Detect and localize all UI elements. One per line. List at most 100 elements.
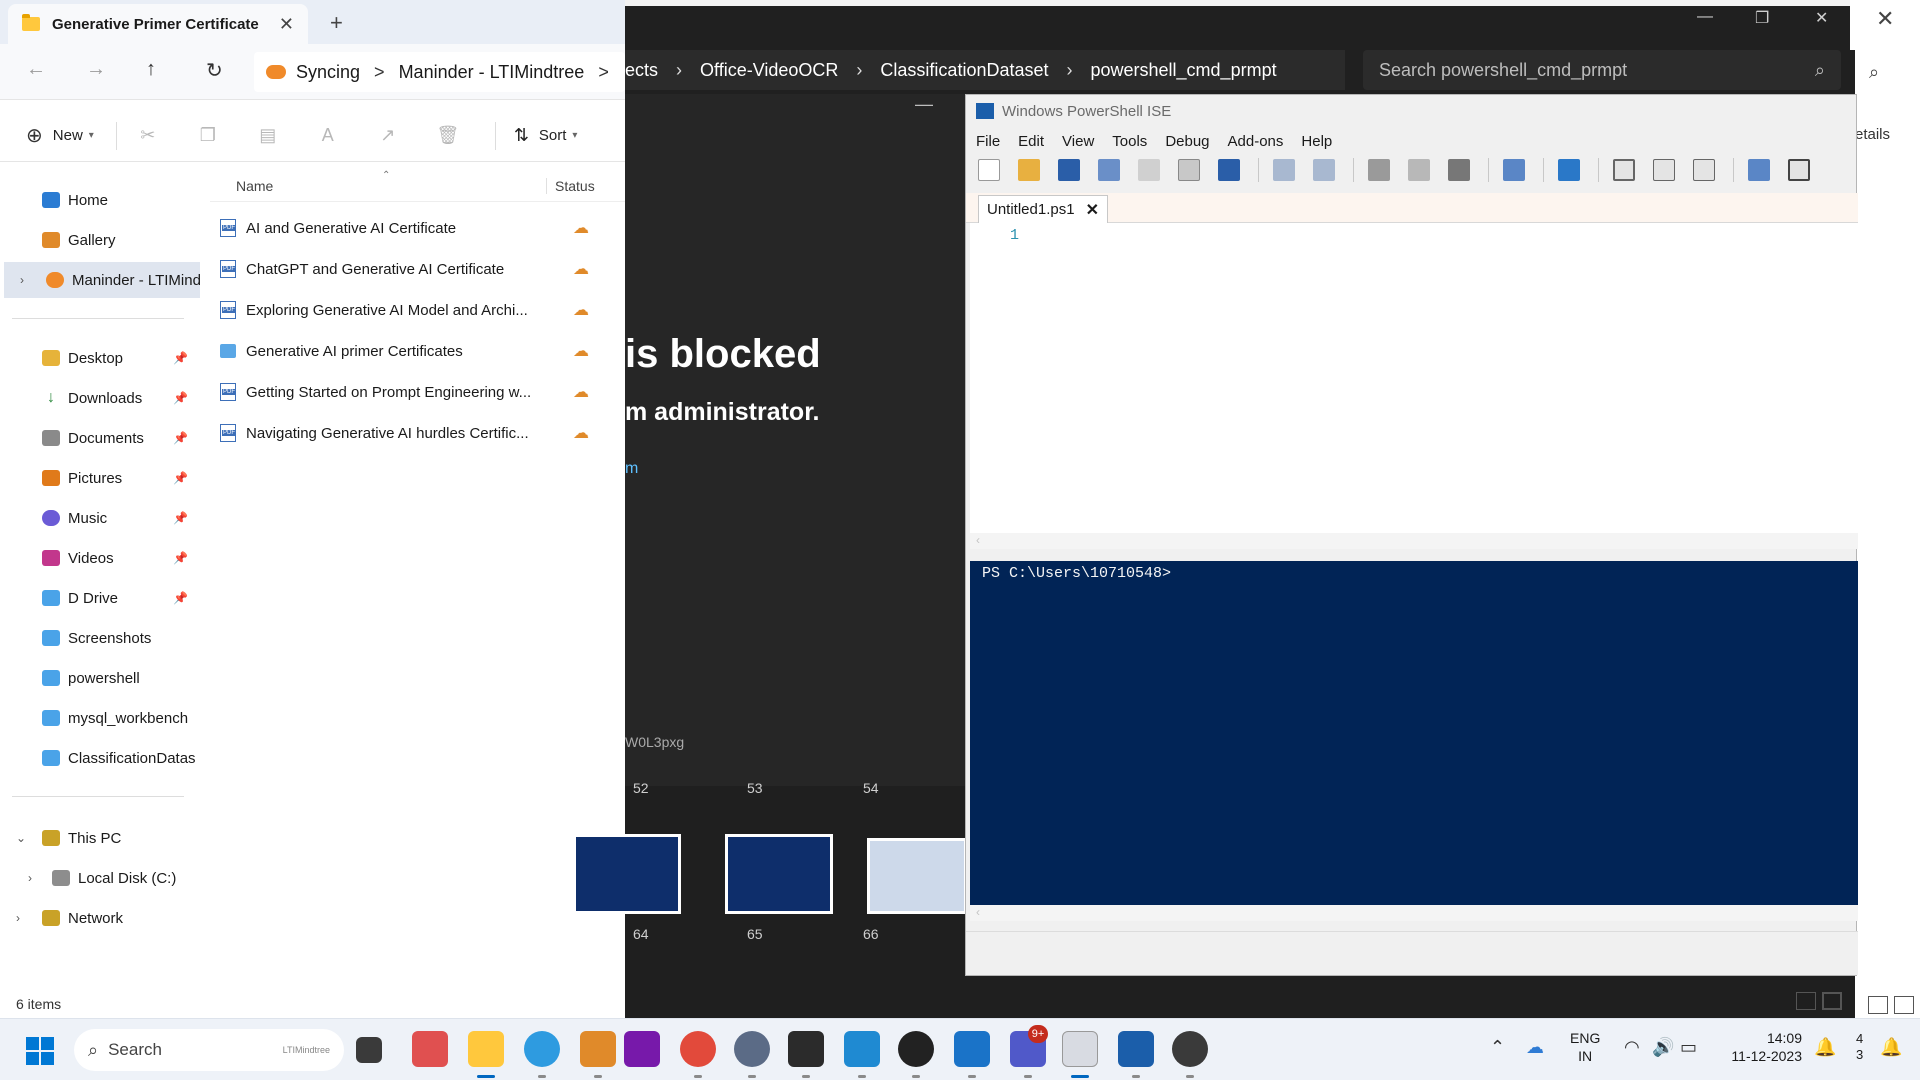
sidebar-item-d-drive[interactable]: D Drive 📌 — [0, 580, 196, 616]
thumbnail-image[interactable] — [725, 834, 833, 914]
menu-help[interactable]: Help — [1301, 133, 1332, 150]
sidebar-item-screenshots[interactable]: Screenshots — [0, 620, 196, 656]
sidebar-item-gallery[interactable]: Gallery — [0, 222, 196, 258]
stop-icon[interactable] — [1448, 159, 1470, 181]
refresh-icon[interactable]: ↻ — [206, 58, 223, 83]
recorder-app-icon[interactable] — [1172, 1031, 1208, 1067]
chrome-icon[interactable] — [680, 1031, 716, 1067]
file-row[interactable]: Navigating Generative AI hurdles Certifi… — [220, 413, 620, 453]
console-horizontal-scrollbar[interactable]: ‹ — [970, 905, 1858, 921]
command-addon-icon[interactable] — [1748, 159, 1770, 181]
copy-icon[interactable] — [1138, 159, 1160, 181]
menu-tools[interactable]: Tools — [1112, 133, 1147, 150]
sidebar-item-mysql-workbench[interactable]: mysql_workbench — [0, 700, 196, 736]
redo-icon[interactable] — [1313, 159, 1335, 181]
vscode-icon[interactable] — [844, 1031, 880, 1067]
obs-icon[interactable] — [898, 1031, 934, 1067]
save-icon[interactable] — [1058, 159, 1080, 181]
rename-icon[interactable]: A — [315, 123, 341, 149]
edge-browser-icon[interactable] — [524, 1031, 560, 1067]
sidebar-item-pictures[interactable]: Pictures 📌 — [0, 460, 196, 496]
sidebar-item-classificationdataset[interactable]: ClassificationDataset — [0, 740, 196, 776]
blocked-link[interactable]: m — [625, 460, 638, 478]
console-pane[interactable]: PS C:\Users\10710548> — [970, 561, 1858, 905]
terminal-icon[interactable] — [788, 1031, 824, 1067]
sidebar-item-powershell[interactable]: powershell — [0, 660, 196, 696]
up-arrow-icon[interactable]: ↑ — [146, 58, 156, 81]
file-row[interactable]: AI and Generative AI Certificate ☁ — [220, 208, 620, 248]
address-bar[interactable]: Syncing > Maninder - LTIMindtree > — [254, 52, 625, 92]
back-arrow-icon[interactable]: ← — [26, 58, 46, 81]
battery-icon[interactable]: ▭ — [1680, 1037, 1697, 1058]
forward-arrow-icon[interactable]: → — [86, 58, 106, 81]
chevron-right-icon[interactable]: › — [16, 911, 20, 925]
share-icon[interactable]: ↗ — [375, 123, 401, 149]
clear-console-icon[interactable] — [1218, 159, 1240, 181]
close-icon[interactable]: ✕ — [1876, 6, 1894, 32]
taskbar-search-input[interactable]: ⌕ Search LTIMindtree — [74, 1029, 344, 1071]
start-button[interactable] — [26, 1037, 54, 1065]
thumbnail-image[interactable] — [867, 838, 967, 914]
new-tab-button[interactable]: + — [330, 10, 343, 36]
minimize-icon[interactable]: — — [1697, 8, 1713, 26]
notification-bell-icon[interactable]: 🔔 — [1814, 1037, 1836, 1058]
outlook-icon[interactable] — [954, 1031, 990, 1067]
sidebar-item-downloads[interactable]: ↓ Downloads 📌 — [0, 380, 196, 416]
close-tab-icon[interactable]: ✕ — [279, 14, 294, 35]
file-row[interactable]: Getting Started on Prompt Engineering w.… — [220, 372, 620, 412]
thumbnail-image[interactable] — [573, 834, 681, 914]
close-icon[interactable]: ✕ — [1815, 8, 1828, 28]
file-row[interactable]: Generative AI primer Certificates ☁ — [220, 331, 620, 371]
undo-icon[interactable] — [1273, 159, 1295, 181]
file-row[interactable]: Exploring Generative AI Model and Archi.… — [220, 290, 620, 330]
task-view-icon[interactable] — [356, 1037, 382, 1063]
wifi-icon[interactable]: ◠ — [1624, 1037, 1640, 1058]
cut-icon[interactable]: ✂ — [135, 123, 161, 149]
onenote-icon[interactable] — [624, 1031, 660, 1067]
new-file-icon[interactable] — [978, 159, 1000, 181]
breadcrumb-item[interactable]: Office-VideoOCR — [700, 60, 838, 81]
breadcrumb-item[interactable]: powershell_cmd_prmpt — [1091, 60, 1277, 81]
script-editor[interactable]: 1 — [970, 223, 1858, 533]
settings-gear-icon[interactable] — [734, 1031, 770, 1067]
maximize-icon[interactable]: ❐ — [1755, 8, 1769, 28]
store-app-icon[interactable] — [580, 1031, 616, 1067]
onedrive-tray-icon[interactable]: ☁ — [1526, 1037, 1544, 1058]
run-selection-icon[interactable] — [1408, 159, 1430, 181]
details-button[interactable]: etails — [1855, 126, 1890, 143]
bell-icon[interactable]: 🔔 — [1880, 1037, 1902, 1058]
details-view-icon[interactable] — [1868, 996, 1888, 1014]
new-button[interactable]: ⊕ New ▾ — [26, 123, 94, 148]
powershell-console-icon[interactable] — [1558, 159, 1580, 181]
chevron-right-icon[interactable]: › — [28, 871, 32, 885]
close-tab-icon[interactable]: ✕ — [1086, 200, 1099, 220]
tab-untitled1[interactable]: Untitled1.ps1 ✕ — [978, 195, 1108, 223]
sidebar-item-desktop[interactable]: Desktop 📌 — [0, 340, 196, 376]
run-script-icon[interactable] — [1368, 159, 1390, 181]
minimize-icon[interactable]: — — [915, 94, 933, 115]
file-row[interactable]: ChatGPT and Generative AI Certificate ☁ — [220, 249, 620, 289]
sort-button[interactable]: ⇅ Sort ▾ — [514, 125, 578, 146]
breadcrumb-item[interactable]: ects — [625, 60, 658, 81]
sidebar-item-local-disk[interactable]: › Local Disk (C:) — [0, 860, 196, 896]
camera-app-icon[interactable] — [412, 1031, 448, 1067]
search-input[interactable]: Search powershell_cmd_prmpt ⌕ — [1363, 50, 1841, 90]
clock[interactable]: 14:09 11-12-2023 — [1716, 1029, 1802, 1065]
breadcrumb-location[interactable]: Maninder - LTIMindtree — [399, 62, 585, 83]
chevron-down-icon[interactable]: ⌄ — [16, 831, 26, 845]
paste-icon[interactable]: ▤ — [255, 123, 281, 149]
menu-file[interactable]: File — [976, 133, 1000, 150]
layout-right-icon[interactable] — [1653, 159, 1675, 181]
copy-icon[interactable]: ❐ — [195, 123, 221, 149]
layout-top-icon[interactable] — [1613, 159, 1635, 181]
chevron-right-icon[interactable]: › — [20, 273, 24, 287]
breadcrumb[interactable]: ects › Office-VideoOCR › ClassificationD… — [625, 50, 1345, 90]
sidebar-item-home[interactable]: Home — [0, 182, 196, 218]
menu-edit[interactable]: Edit — [1018, 133, 1044, 150]
editor-horizontal-scrollbar[interactable]: ‹ — [970, 533, 1858, 549]
paste-icon[interactable] — [1178, 159, 1200, 181]
menu-add-ons[interactable]: Add-ons — [1228, 133, 1284, 150]
sidebar-item-documents[interactable]: Documents 📌 — [0, 420, 196, 456]
sidebar-item-network[interactable]: › Network — [0, 900, 196, 936]
column-header-name[interactable]: Name — [236, 178, 273, 194]
